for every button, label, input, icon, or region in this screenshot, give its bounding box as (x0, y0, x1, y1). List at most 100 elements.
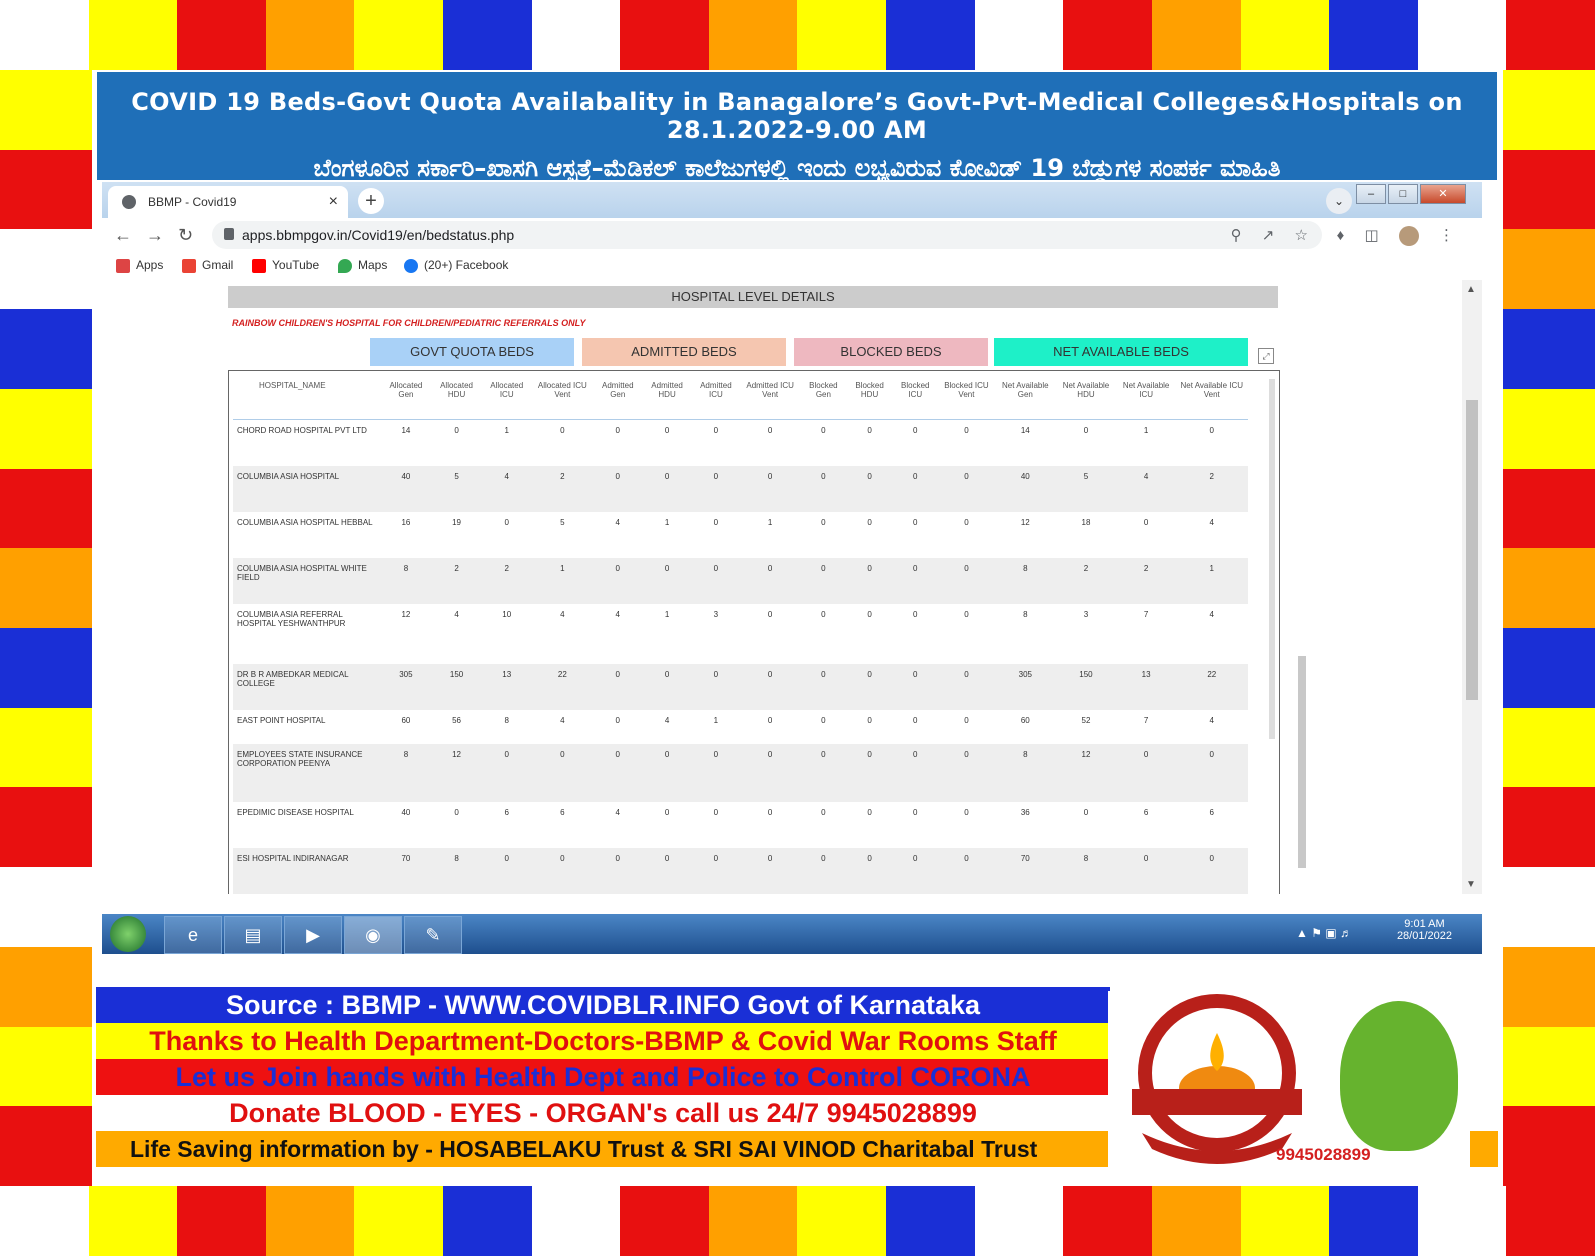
decorative-border-top (0, 0, 1595, 70)
bed-count-cell: 19 (452, 517, 462, 527)
scroll-down-arrow-icon[interactable]: ▼ (1466, 879, 1476, 890)
window-controls: – □ ✕ (1354, 184, 1466, 204)
bookmarks-bar: Apps Gmail YouTube Maps (20+) Facebook (102, 252, 1482, 280)
system-tray-icons[interactable]: ▲ ⚑ ▣ ♬ (1296, 926, 1352, 940)
address-url[interactable]: apps.bbmpgov.in/Covid19/en/bedstatus.php (242, 227, 514, 243)
zoom-icon[interactable]: ⚲ (1231, 227, 1242, 244)
profile-avatar[interactable] (1398, 226, 1419, 247)
col-header[interactable]: Blocked ICU (893, 377, 938, 420)
bed-count-cell: 60 (401, 715, 411, 725)
bed-count-cell: 0 (1083, 426, 1089, 435)
back-arrow-icon[interactable]: ← (114, 225, 132, 246)
bed-count-cell: 4 (560, 715, 565, 725)
address-bar[interactable]: apps.bbmpgov.in/Covid19/en/bedstatus.php… (212, 221, 1322, 249)
forward-arrow-icon[interactable]: → (146, 225, 164, 246)
browser-scrollbar[interactable]: ▲ ▼ (1462, 280, 1482, 894)
chrome-icon[interactable]: ◉ (344, 916, 402, 954)
maximize-button[interactable]: □ (1388, 184, 1418, 204)
col-header[interactable]: Blocked HDU (846, 377, 894, 420)
bed-count-cell: 0 (1116, 847, 1176, 894)
table-body: CHORD ROAD HOSPITAL PVT LTD 14 0 1 0 0 0 0 0 0 0 0 0… (233, 420, 1248, 894)
bed-count-cell: 0 (937, 847, 996, 894)
bed-count-cell: 8 (504, 715, 509, 725)
bed-count-cell: 13 (482, 663, 532, 710)
bed-count-cell: 0 (615, 426, 620, 435)
col-header[interactable]: Admitted ICU (692, 377, 740, 420)
internet-explorer-icon[interactable]: e (164, 916, 222, 954)
bed-count-cell: 1 (664, 609, 670, 619)
table-scrollbar[interactable] (1269, 379, 1275, 739)
col-header[interactable]: Allocated Gen (381, 377, 431, 420)
file-explorer-icon[interactable]: ▤ (224, 916, 282, 954)
bookmark-gmail[interactable]: Gmail (182, 258, 233, 273)
reload-icon[interactable]: ↻ (178, 225, 193, 246)
col-header[interactable]: HOSPITAL_NAME (233, 377, 381, 420)
gmail-icon (182, 258, 196, 273)
bed-count-cell: 0 (692, 663, 740, 710)
media-player-icon[interactable]: ▶ (284, 916, 342, 954)
scroll-up-arrow-icon[interactable]: ▲ (1466, 284, 1476, 295)
footer-info: Source : BBMP - WWW.COVIDBLR.INFO Govt o… (96, 987, 1498, 1183)
expand-icon[interactable]: ⤢ (1258, 348, 1274, 364)
hospital-name-cell: EPEDIMIC DISEASE HOSPITAL (237, 807, 354, 817)
bed-count-cell: 60 (1020, 715, 1030, 725)
bed-count-cell: 0 (821, 715, 826, 725)
bed-count-cell: 0 (913, 807, 918, 817)
col-header[interactable]: Allocated HDU (430, 377, 483, 420)
bed-count-cell: 1 (1175, 557, 1248, 604)
col-header[interactable]: Blocked Gen (800, 377, 847, 420)
col-header[interactable]: Blocked ICU Vent (937, 377, 996, 420)
bed-count-cell: 1 (504, 426, 509, 435)
col-header[interactable]: Allocated ICU Vent (531, 377, 594, 420)
bed-count-cell: 0 (846, 557, 894, 604)
clock[interactable]: 9:01 AM 28/01/2022 (1397, 918, 1452, 942)
bed-count-cell: 4 (560, 609, 565, 619)
bookmark-star-icon[interactable]: ☆ (1295, 227, 1308, 244)
bed-count-cell: 13 (1116, 663, 1176, 710)
col-header[interactable]: Allocated ICU (482, 377, 532, 420)
browser-tab[interactable]: BBMP - Covid19 × (108, 186, 348, 218)
scrollbar-thumb[interactable] (1466, 400, 1478, 700)
tab-close-icon[interactable]: × (329, 186, 338, 218)
page-inner-scrollbar[interactable] (1298, 656, 1306, 868)
bed-count-cell: 0 (454, 807, 459, 817)
col-header[interactable]: Net Available HDU (1055, 377, 1117, 420)
browser-window: BBMP - Covid19 × + ⌄ – □ ✕ ← → ↻ apps.bb… (102, 182, 1482, 914)
bookmark-apps[interactable]: Apps (116, 258, 163, 273)
table-row: CHORD ROAD HOSPITAL PVT LTD 14 0 1 0 0 0 0 0 0 0 0 0… (233, 420, 1248, 466)
col-header[interactable]: Net Available ICU Vent (1175, 377, 1248, 420)
clock-time: 9:01 AM (1404, 918, 1445, 930)
hospital-name-cell: CHORD ROAD HOSPITAL PVT LTD (237, 426, 367, 435)
new-tab-button[interactable]: + (358, 188, 384, 214)
bed-count-cell: 36 (1020, 807, 1030, 817)
sai-vinod-trust-logo (1340, 1001, 1458, 1151)
bed-count-cell: 12 (1020, 517, 1030, 527)
hospital-table-container[interactable]: HOSPITAL_NAME Allocated Gen Allocated HD… (228, 370, 1280, 894)
bookmark-youtube[interactable]: YouTube (252, 258, 319, 273)
hosabelaku-trust-logo (1112, 993, 1322, 1169)
bed-count-cell: 4 (1209, 517, 1214, 527)
col-header[interactable]: Admitted Gen (593, 377, 643, 420)
menu-kebab-icon[interactable]: ⋮ (1439, 227, 1454, 244)
start-button[interactable] (110, 916, 146, 952)
bed-count-cell: 0 (767, 807, 773, 817)
col-header[interactable]: Admitted HDU (642, 377, 693, 420)
paint-icon[interactable]: ✎ (404, 916, 462, 954)
col-header[interactable]: Net Available Gen (995, 377, 1056, 420)
col-header[interactable]: Admitted ICU Vent (739, 377, 801, 420)
bed-count-cell: 4 (1209, 715, 1214, 725)
bookmark-maps[interactable]: Maps (338, 258, 387, 273)
col-header[interactable]: Net Available ICU (1116, 377, 1176, 420)
bed-count-cell: 0 (560, 426, 565, 435)
bookmark-facebook[interactable]: (20+) Facebook (404, 258, 508, 273)
minimize-button[interactable]: – (1356, 184, 1386, 204)
bed-count-cell: 0 (913, 715, 918, 725)
share-icon[interactable]: ↗ (1262, 227, 1275, 244)
close-window-button[interactable]: ✕ (1420, 184, 1466, 204)
side-panel-icon[interactable]: ◫ (1364, 227, 1378, 244)
bed-count-cell: 0 (615, 715, 620, 725)
extensions-puzzle-icon[interactable]: ♦ (1337, 227, 1345, 244)
page-viewport: HOSPITAL LEVEL DETAILS RAINBOW CHILDREN'… (102, 280, 1462, 894)
tab-search-chevron-icon[interactable]: ⌄ (1326, 188, 1352, 214)
bed-count-cell: 40 (381, 465, 431, 512)
